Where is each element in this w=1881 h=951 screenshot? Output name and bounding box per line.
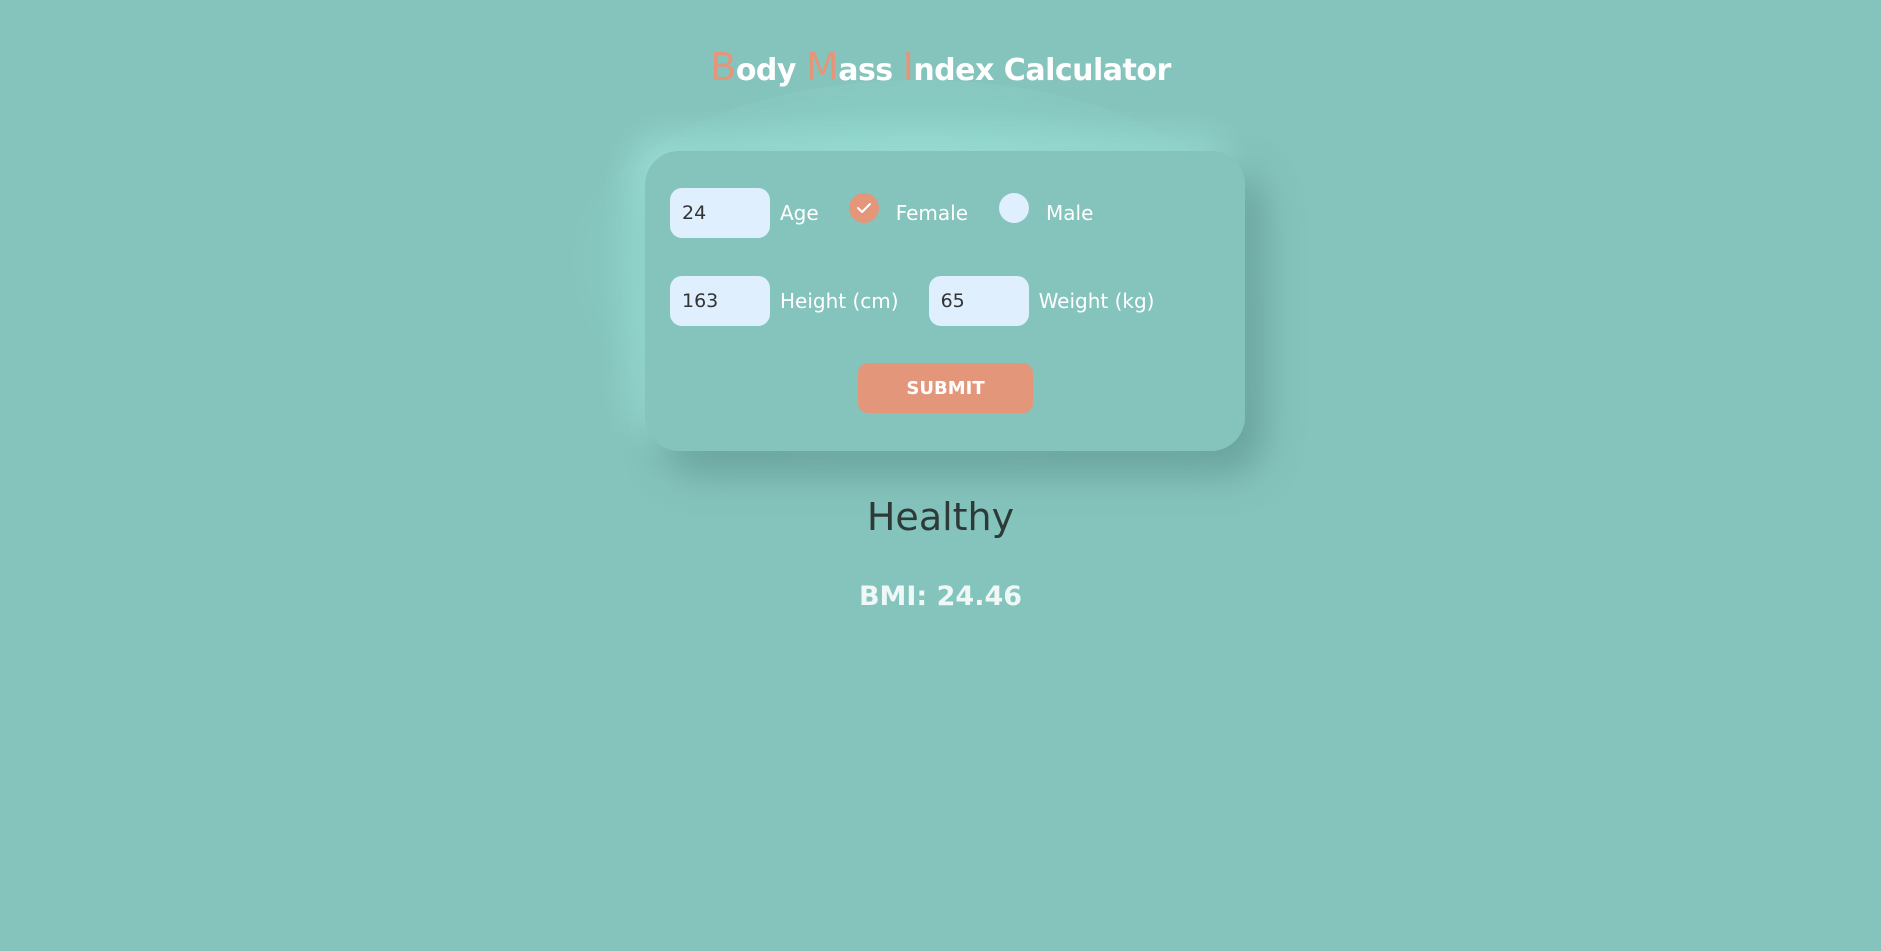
submit-button[interactable]: SUBMIT <box>858 363 1033 413</box>
weight-input[interactable] <box>928 276 1029 326</box>
title-word-ody: ody <box>735 53 806 88</box>
male-label: Male <box>1046 201 1094 225</box>
age-label: Age <box>780 201 819 225</box>
title-word-ass: ass <box>838 53 903 88</box>
title-word-ndex: ndex Calculator <box>913 53 1171 88</box>
height-weight-row: Height (cm) Weight (kg) <box>670 276 1154 326</box>
male-radio[interactable] <box>999 193 1030 223</box>
female-label: Female <box>895 201 969 225</box>
height-label: Height (cm) <box>780 289 899 313</box>
title-letter-i: I <box>902 45 914 89</box>
height-input[interactable] <box>670 276 770 326</box>
female-radio[interactable] <box>848 193 879 223</box>
bmi-value: BMI: 24.46 <box>858 581 1023 612</box>
title-letter-b: B <box>710 45 736 89</box>
bmi-form-card: Age Female Male Height (cm) Weight (kg) … <box>645 151 1245 451</box>
weight-label: Weight (kg) <box>1038 289 1155 313</box>
bmi-status: Healthy <box>866 495 1015 539</box>
check-icon <box>856 203 871 213</box>
age-input[interactable] <box>670 188 770 238</box>
page-title: Body Mass Index Calculator <box>0 48 1881 86</box>
age-gender-row: Age Female Male <box>670 188 1093 238</box>
title-letter-m: M <box>805 45 839 89</box>
